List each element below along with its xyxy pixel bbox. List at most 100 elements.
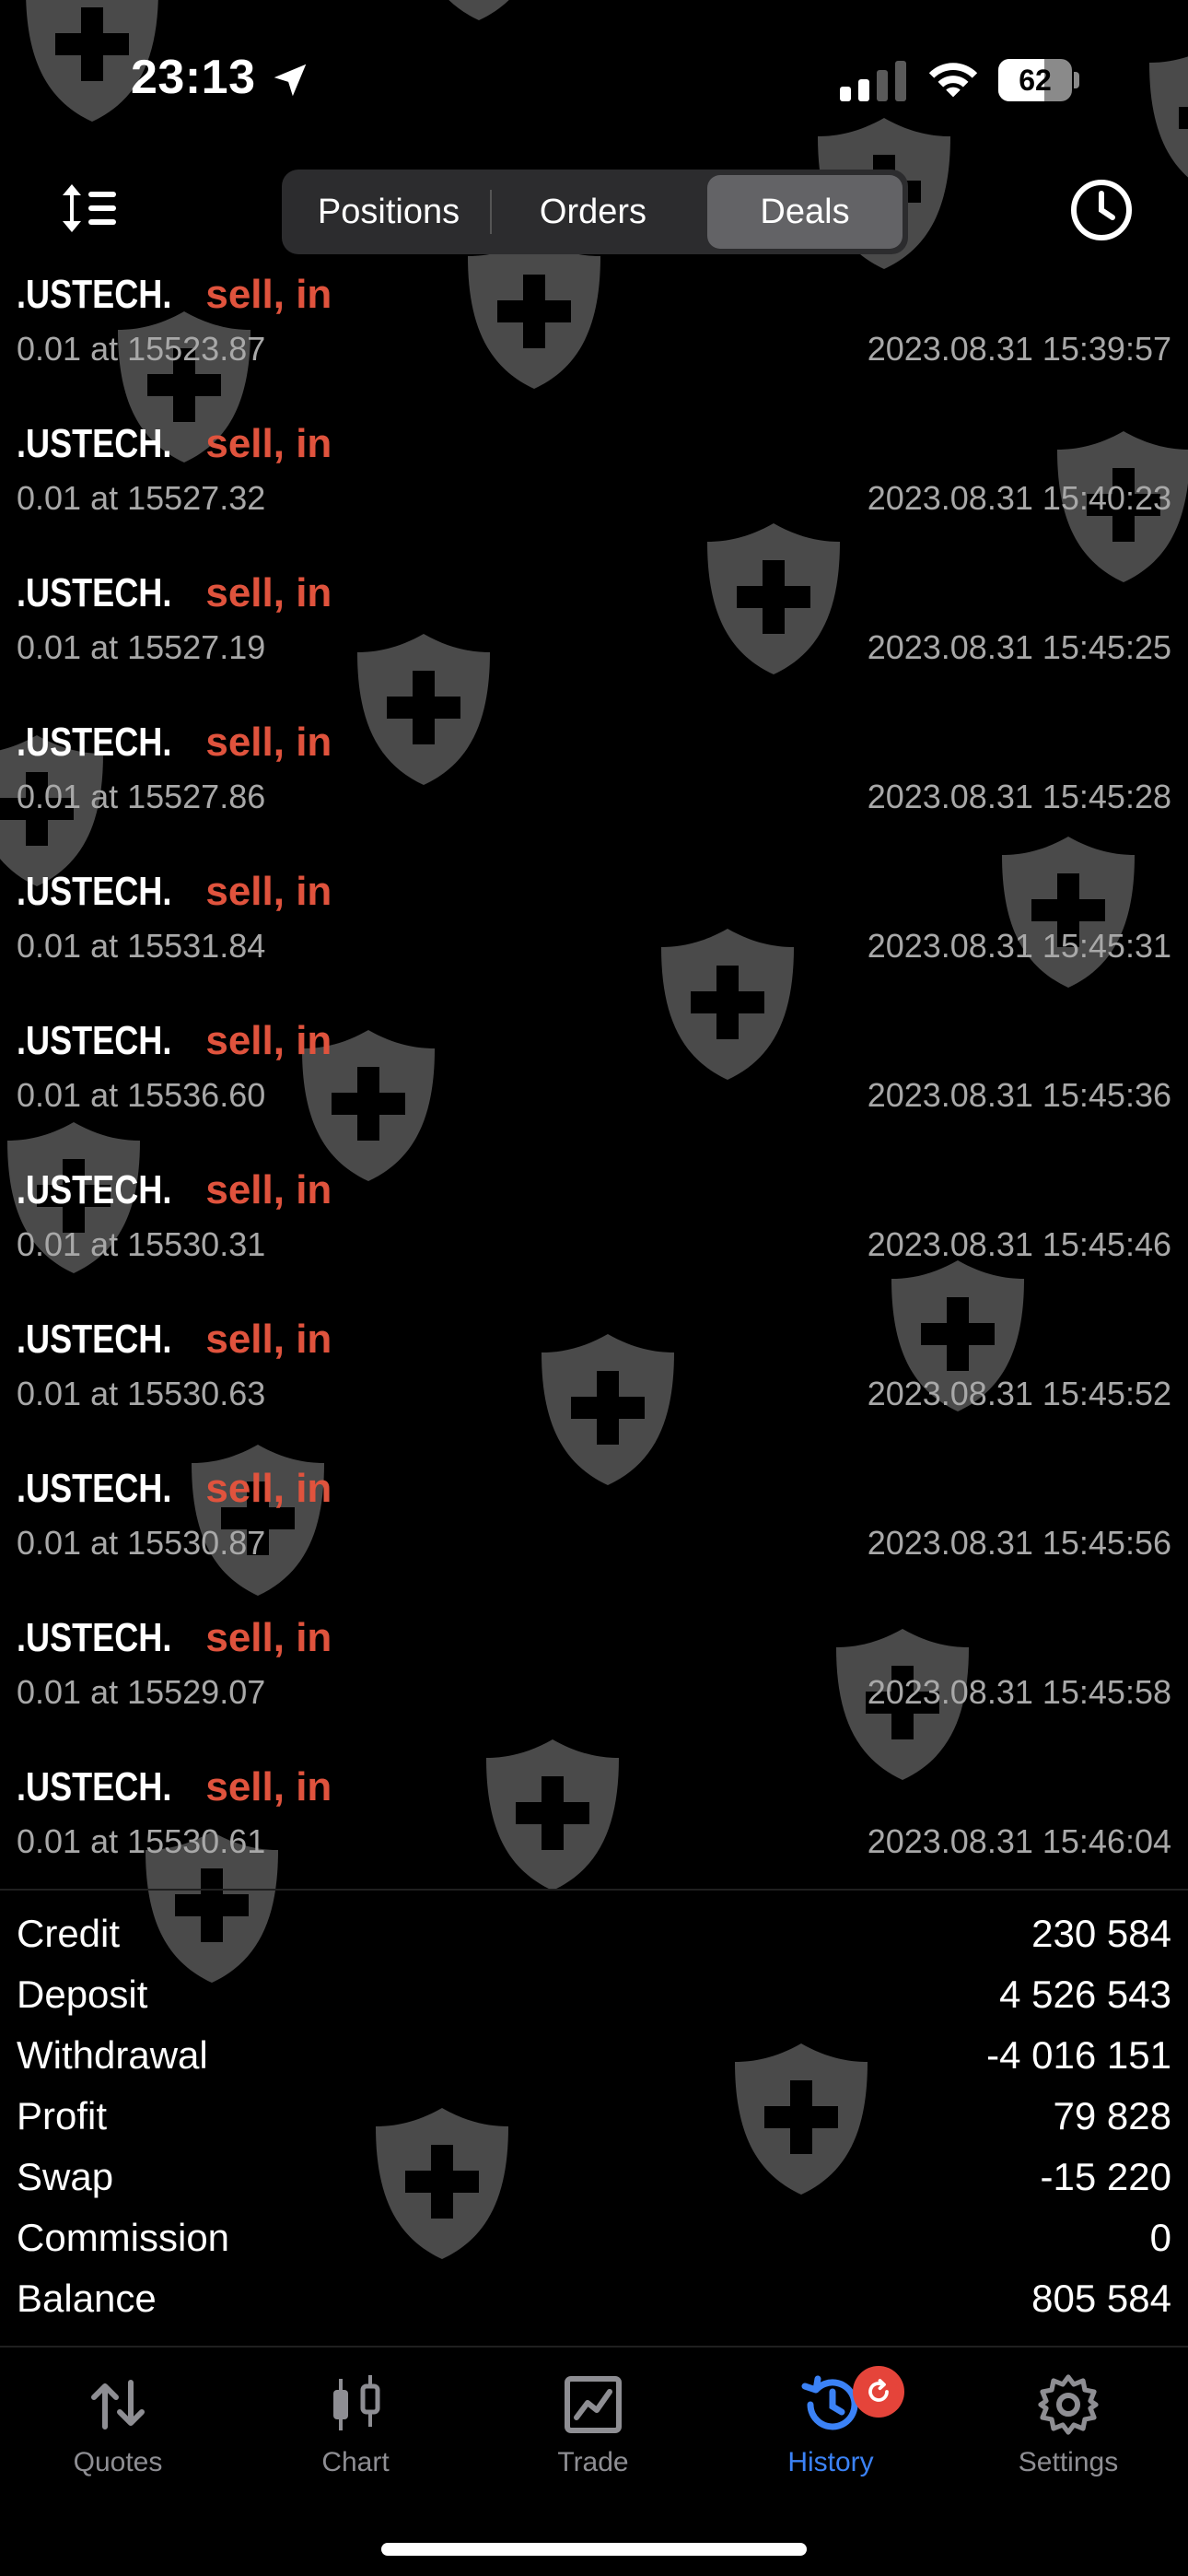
summary-label: Credit <box>17 1912 121 1955</box>
deal-row[interactable]: .USTECH. sell, in 0.01 at 15531.84 2023.08.… <box>0 864 1188 1013</box>
summary-label: Balance <box>17 2277 157 2320</box>
tab-chart[interactable]: Chart <box>263 2366 448 2486</box>
summary-row-commission: Commission 0 <box>0 2207 1188 2268</box>
summary-row-credit: Credit 230 584 <box>0 1903 1188 1964</box>
gear-icon <box>1038 2374 1099 2435</box>
deal-volume-price: 0.01 at 15527.32 <box>17 479 266 517</box>
home-indicator <box>381 2543 807 2556</box>
tab-positions[interactable]: Positions <box>287 175 490 249</box>
battery-tip <box>1074 72 1079 88</box>
summary-label: Profit <box>17 2094 108 2137</box>
tab-quotes[interactable]: Quotes <box>26 2366 210 2486</box>
history-toolbar: Positions Orders Deals <box>0 157 1188 267</box>
deal-row[interactable]: .USTECH. sell, in 0.01 at 15530.87 2023.08.… <box>0 1461 1188 1610</box>
deal-symbol: .USTECH. <box>17 272 172 317</box>
summary-value: 0 <box>1149 2216 1171 2259</box>
deal-volume-price: 0.01 at 15523.87 <box>17 330 266 368</box>
deal-title: .USTECH. sell, in <box>17 1013 332 1069</box>
deal-time: 2023.08.31 15:40:23 <box>867 479 1171 517</box>
summary-row-withdrawal: Withdrawal -4 016 151 <box>0 2025 1188 2086</box>
summary-divider <box>0 1889 1188 1891</box>
deal-title: .USTECH. sell, in <box>17 1163 332 1218</box>
summary-value: -15 220 <box>1040 2155 1171 2198</box>
deal-title: .USTECH. sell, in <box>17 864 332 919</box>
deal-symbol: .USTECH. <box>17 1317 172 1362</box>
deal-symbol: .USTECH. <box>17 1018 172 1063</box>
sort-icon[interactable] <box>57 177 120 240</box>
deal-direction: sell, in <box>205 720 332 765</box>
deal-volume-price: 0.01 at 15529.07 <box>17 1673 266 1711</box>
tab-trade[interactable]: Trade <box>501 2366 685 2486</box>
deal-direction: sell, in <box>205 1018 332 1063</box>
deal-volume-price: 0.01 at 15536.60 <box>17 1076 266 1114</box>
deal-row[interactable]: .USTECH. sell, in 0.01 at 15523.87 2023.08.… <box>0 267 1188 416</box>
deal-volume-price: 0.01 at 15527.86 <box>17 778 266 815</box>
tab-settings[interactable]: Settings <box>976 2366 1160 2486</box>
status-time: 23:13 <box>131 51 256 104</box>
summary-row-swap: Swap -15 220 <box>0 2147 1188 2207</box>
wifi-icon <box>928 63 978 98</box>
deal-row[interactable]: .USTECH. sell, in 0.01 at 15527.19 2023.08.… <box>0 566 1188 715</box>
deal-symbol: .USTECH. <box>17 421 172 466</box>
tab-chart-label: Chart <box>321 2447 390 2477</box>
deal-direction: sell, in <box>205 1317 332 1362</box>
tab-history-label: History <box>787 2447 874 2477</box>
deal-title: .USTECH. sell, in <box>17 267 332 322</box>
deal-title: .USTECH. sell, in <box>17 715 332 770</box>
deal-direction: sell, in <box>205 272 332 317</box>
deal-volume-price: 0.01 at 15531.84 <box>17 927 266 965</box>
deal-volume-price: 0.01 at 15530.31 <box>17 1225 266 1263</box>
deal-volume-price: 0.01 at 15530.87 <box>17 1524 266 1562</box>
deal-row[interactable]: .USTECH. sell, in 0.01 at 15536.60 2023.08.… <box>0 1013 1188 1163</box>
deal-row[interactable]: .USTECH. sell, in 0.01 at 15530.31 2023.08.… <box>0 1163 1188 1312</box>
segmented-control: Positions Orders Deals <box>282 170 908 254</box>
deal-row[interactable]: .USTECH. sell, in 0.01 at 15527.32 2023.08.… <box>0 416 1188 566</box>
summary-row-deposit: Deposit 4 526 543 <box>0 1964 1188 2025</box>
battery-icon: 62 <box>998 59 1079 101</box>
quotes-arrows-icon <box>91 2380 145 2430</box>
deal-symbol: .USTECH. <box>17 1466 172 1511</box>
status-bar: 23:13 62 <box>0 0 1188 157</box>
deal-time: 2023.08.31 15:45:56 <box>867 1524 1171 1562</box>
deal-direction: sell, in <box>205 1764 332 1809</box>
deal-volume-price: 0.01 at 15527.19 <box>17 628 266 666</box>
deals-list: .USTECH. sell, in 0.01 at 15523.87 2023.08.… <box>0 267 1188 1909</box>
clock-icon[interactable] <box>1068 177 1135 243</box>
summary-value: 4 526 543 <box>999 1973 1171 2016</box>
tab-history[interactable]: History <box>739 2366 923 2486</box>
summary-value: -4 016 151 <box>986 2033 1171 2077</box>
deal-title: .USTECH. sell, in <box>17 416 332 472</box>
summary-label: Deposit <box>17 1973 148 2016</box>
deal-direction: sell, in <box>205 1615 332 1660</box>
deal-symbol: .USTECH. <box>17 570 172 615</box>
tab-deals[interactable]: Deals <box>707 175 903 249</box>
deal-title: .USTECH. sell, in <box>17 1461 332 1516</box>
tab-settings-label: Settings <box>1018 2447 1119 2477</box>
deal-time: 2023.08.31 15:45:36 <box>867 1076 1171 1114</box>
deal-row[interactable]: .USTECH. sell, in 0.01 at 15529.07 2023.08.… <box>0 1610 1188 1760</box>
location-arrow-icon <box>274 64 307 97</box>
deal-title: .USTECH. sell, in <box>17 1610 332 1666</box>
summary-label: Swap <box>17 2155 114 2198</box>
refresh-badge <box>853 2366 904 2418</box>
deal-volume-price: 0.01 at 15530.61 <box>17 1822 266 1860</box>
summary-row-balance: Balance 805 584 <box>0 2268 1188 2329</box>
deal-symbol: .USTECH. <box>17 1764 172 1809</box>
tab-orders[interactable]: Orders <box>492 175 694 249</box>
deal-direction: sell, in <box>205 1466 332 1511</box>
deal-row[interactable]: .USTECH. sell, in 0.01 at 15530.61 2023.08.… <box>0 1760 1188 1909</box>
battery-body: 62 <box>998 59 1072 101</box>
deal-symbol: .USTECH. <box>17 1615 172 1660</box>
deal-row[interactable]: .USTECH. sell, in 0.01 at 15530.63 2023.08.… <box>0 1312 1188 1461</box>
summary-row-profit: Profit 79 828 <box>0 2086 1188 2147</box>
summary-value: 79 828 <box>1053 2094 1171 2137</box>
deal-time: 2023.08.31 15:45:52 <box>867 1375 1171 1412</box>
trade-chart-icon <box>565 2376 622 2433</box>
deal-direction: sell, in <box>205 570 332 615</box>
cellular-signal-icon <box>840 61 906 101</box>
deal-row[interactable]: .USTECH. sell, in 0.01 at 15527.86 2023.08.… <box>0 715 1188 864</box>
deal-time: 2023.08.31 15:45:28 <box>867 778 1171 815</box>
deal-symbol: .USTECH. <box>17 1167 172 1212</box>
deal-symbol: .USTECH. <box>17 720 172 765</box>
refresh-icon <box>868 2379 889 2402</box>
